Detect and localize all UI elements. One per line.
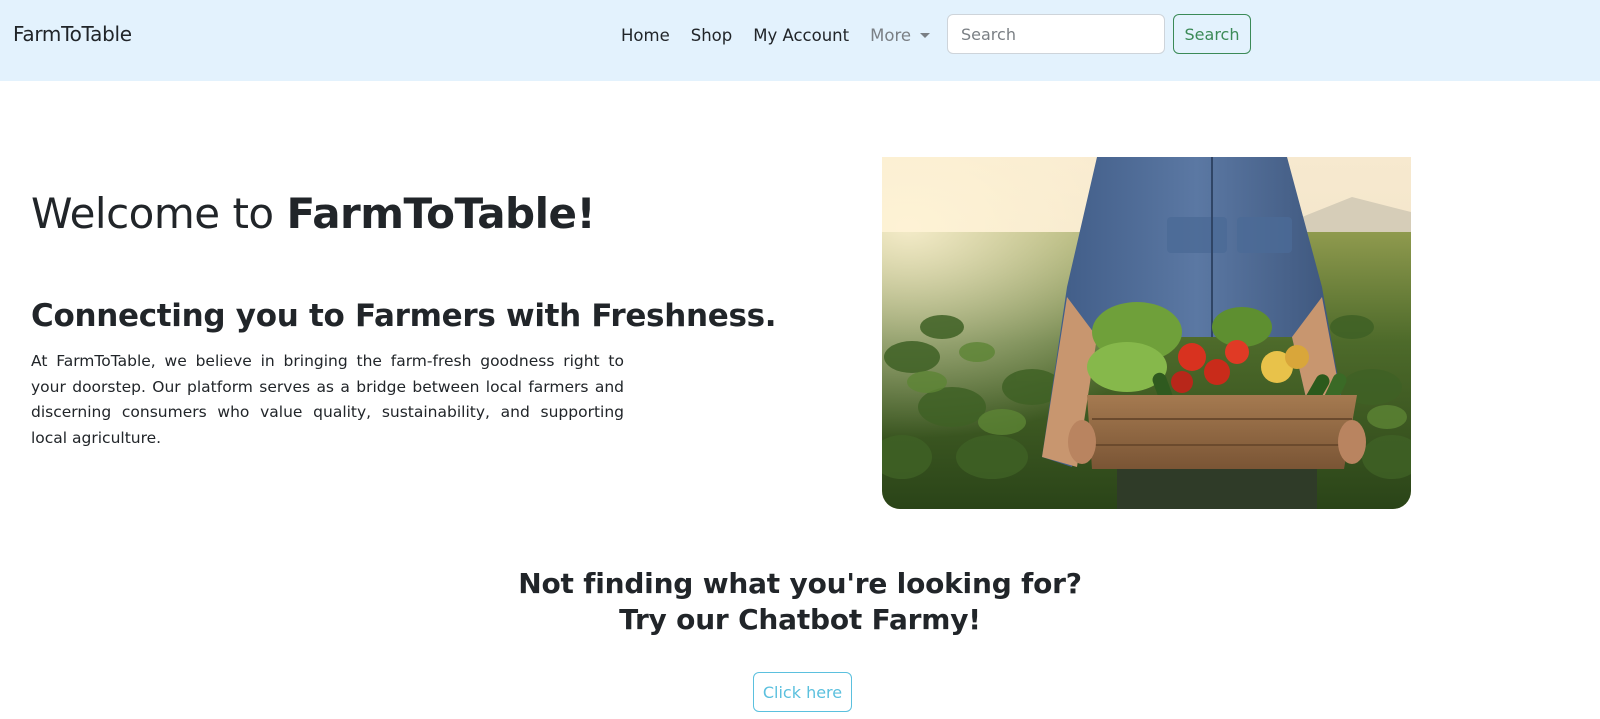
- chevron-down-icon: [920, 32, 931, 38]
- search-button[interactable]: Search: [1173, 14, 1251, 54]
- hero-title-prefix: Welcome to: [31, 189, 287, 238]
- nav-dropdown-more[interactable]: More: [870, 25, 931, 45]
- hero-image: [882, 157, 1411, 509]
- nav-link-my-account[interactable]: My Account: [753, 26, 849, 45]
- nav-link-shop[interactable]: Shop: [691, 26, 733, 45]
- hero-title-brand: FarmToTable!: [286, 189, 596, 238]
- chatbot-cta-line2: Try our Chatbot Farmy!: [619, 603, 981, 636]
- nav-link-home[interactable]: Home: [621, 26, 670, 45]
- nav-dropdown-more-label: More: [870, 25, 912, 45]
- chatbot-cta-heading: Not finding what you're looking for? Try…: [0, 566, 1600, 638]
- hero-title: Welcome to FarmToTable!: [31, 186, 596, 242]
- nav-links: Home Shop My Account More: [621, 22, 931, 48]
- navbar: FarmToTable Home Shop My Account More Se…: [0, 0, 1600, 81]
- search-input[interactable]: [947, 14, 1165, 54]
- hero-description: At FarmToTable, we believe in bringing t…: [31, 352, 624, 447]
- brand-logo[interactable]: FarmToTable: [13, 20, 132, 48]
- chatbot-open-button[interactable]: Click here: [753, 672, 852, 712]
- hero-subtitle: Connecting you to Farmers with Freshness…: [31, 298, 777, 334]
- chatbot-cta-line1: Not finding what you're looking for?: [518, 567, 1082, 600]
